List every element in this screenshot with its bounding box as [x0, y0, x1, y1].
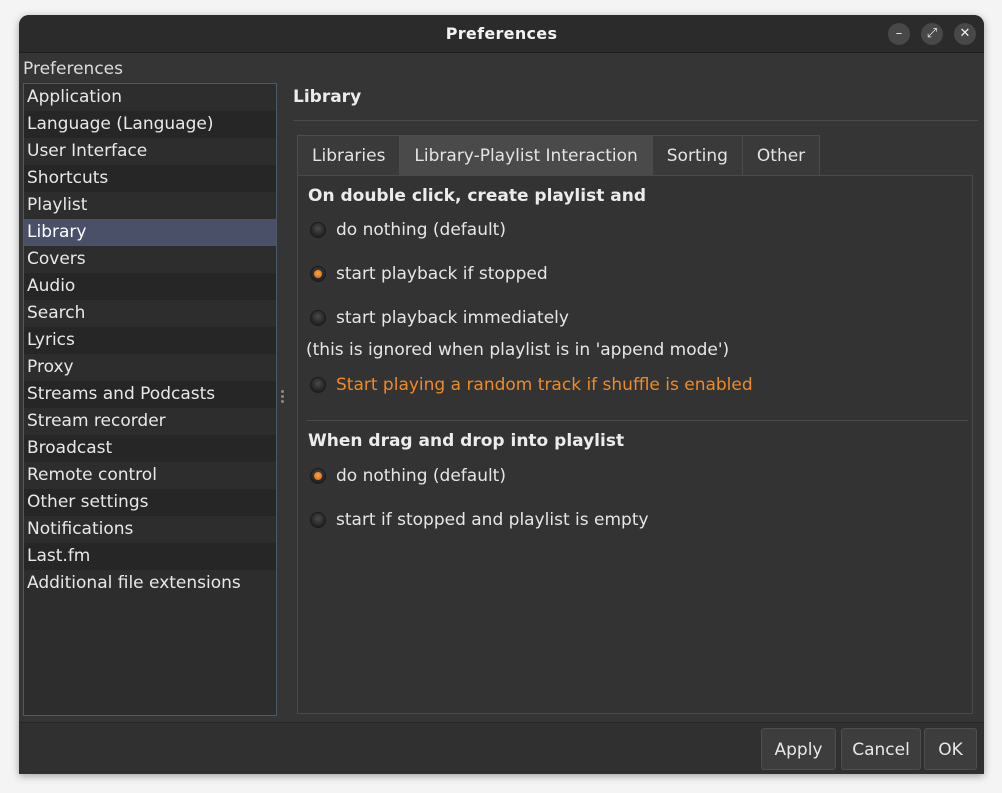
radio-label: do nothing (default): [336, 220, 506, 240]
tab-other[interactable]: Other: [741, 135, 821, 175]
sidebar-heading: Preferences: [23, 59, 123, 79]
tab-panel: On double click, create playlist and do …: [297, 175, 973, 714]
sidebar-item-playlist[interactable]: Playlist: [24, 192, 276, 219]
dialog-button-bar: Apply Cancel OK: [19, 722, 984, 774]
maximize-icon[interactable]: ⤢: [921, 23, 943, 45]
sidebar-item-additional-file-extensions[interactable]: Additional file extensions: [24, 570, 276, 597]
radio-double-click-start-if-stopped[interactable]: start playback if stopped: [310, 262, 548, 286]
shuffle-option-label: Start playing a random track if shuffle …: [336, 375, 753, 395]
radio-double-click-start-immediately[interactable]: start playback immediately: [310, 306, 569, 330]
tab-libraries[interactable]: Libraries: [297, 135, 401, 175]
sidebar-item-language[interactable]: Language (Language): [24, 111, 276, 138]
append-mode-note: (this is ignored when playlist is in 'ap…: [306, 340, 730, 360]
preferences-category-list[interactable]: Application Language (Language) User Int…: [23, 83, 277, 716]
cancel-button[interactable]: Cancel: [841, 728, 921, 770]
preferences-window: Preferences – ⤢ ✕ Preferences Applicatio…: [19, 15, 984, 774]
sidebar-item-stream-recorder[interactable]: Stream recorder: [24, 408, 276, 435]
radio-button-checked-icon[interactable]: [310, 266, 326, 282]
checkbox-icon[interactable]: [310, 377, 326, 393]
close-icon[interactable]: ✕: [954, 23, 976, 45]
double-click-group-title: On double click, create playlist and: [308, 186, 646, 206]
radio-label: do nothing (default): [336, 466, 506, 486]
tab-bar: Libraries Library-Playlist Interaction S…: [297, 135, 821, 176]
radio-drag-drop-do-nothing[interactable]: do nothing (default): [310, 464, 506, 488]
sidebar-item-other-settings[interactable]: Other settings: [24, 489, 276, 516]
minimize-icon[interactable]: –: [888, 23, 910, 45]
sidebar-item-proxy[interactable]: Proxy: [24, 354, 276, 381]
sidebar-item-library[interactable]: Library: [24, 219, 276, 246]
title-bar[interactable]: Preferences – ⤢ ✕: [19, 15, 984, 53]
sidebar-item-application[interactable]: Application: [24, 84, 276, 111]
apply-button[interactable]: Apply: [761, 728, 836, 770]
radio-drag-drop-start-if-empty[interactable]: start if stopped and playlist is empty: [310, 508, 649, 532]
page-title: Library: [293, 87, 362, 107]
sidebar-item-audio[interactable]: Audio: [24, 273, 276, 300]
sidebar-item-streams-and-podcasts[interactable]: Streams and Podcasts: [24, 381, 276, 408]
sidebar-item-lyrics[interactable]: Lyrics: [24, 327, 276, 354]
divider: [293, 120, 978, 121]
sidebar-item-lastfm[interactable]: Last.fm: [24, 543, 276, 570]
drag-drop-group-title: When drag and drop into playlist: [308, 431, 625, 451]
radio-label: start playback if stopped: [336, 264, 548, 284]
checkbox-shuffle-random-track[interactable]: Start playing a random track if shuffle …: [310, 373, 753, 397]
radio-label: start playback immediately: [336, 308, 569, 328]
radio-double-click-do-nothing[interactable]: do nothing (default): [310, 218, 506, 242]
sidebar-item-shortcuts[interactable]: Shortcuts: [24, 165, 276, 192]
splitter-handle[interactable]: [281, 388, 285, 412]
sidebar-item-user-interface[interactable]: User Interface: [24, 138, 276, 165]
radio-button-icon[interactable]: [310, 512, 326, 528]
radio-button-checked-icon[interactable]: [310, 468, 326, 484]
sidebar-item-search[interactable]: Search: [24, 300, 276, 327]
sidebar-item-covers[interactable]: Covers: [24, 246, 276, 273]
radio-label: start if stopped and playlist is empty: [336, 510, 649, 530]
sidebar-item-notifications[interactable]: Notifications: [24, 516, 276, 543]
tab-sorting[interactable]: Sorting: [651, 135, 743, 175]
window-title: Preferences: [445, 24, 558, 43]
radio-button-icon[interactable]: [310, 222, 326, 238]
tab-library-playlist-interaction[interactable]: Library-Playlist Interaction: [399, 135, 653, 175]
sidebar-item-remote-control[interactable]: Remote control: [24, 462, 276, 489]
radio-button-icon[interactable]: [310, 310, 326, 326]
sidebar-item-broadcast[interactable]: Broadcast: [24, 435, 276, 462]
ok-button[interactable]: OK: [924, 728, 977, 770]
divider: [306, 420, 968, 421]
